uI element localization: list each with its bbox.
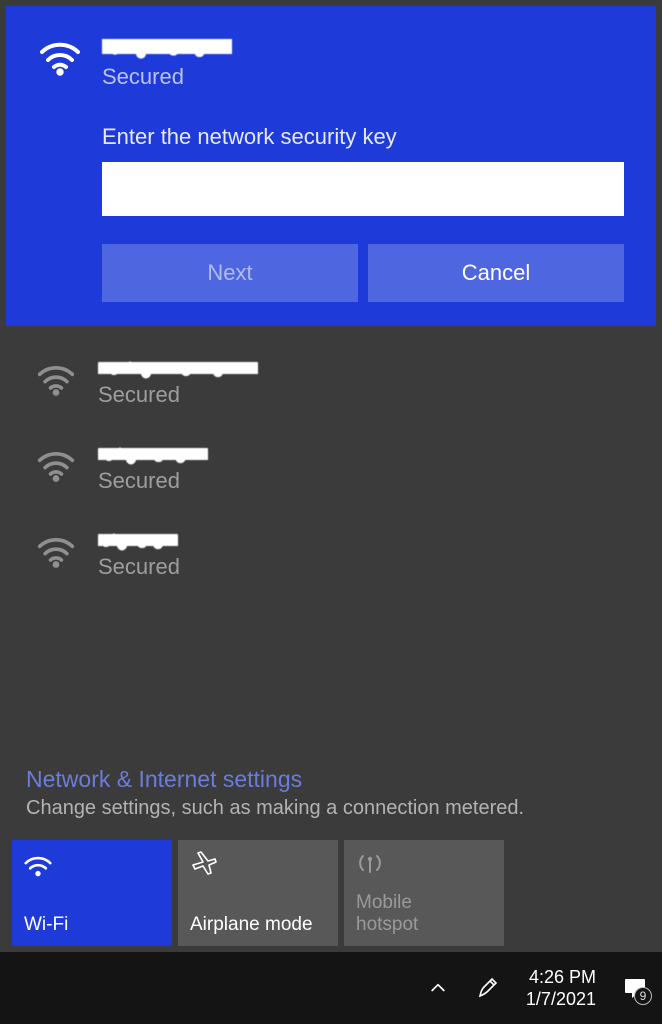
- ssid-redacted: [98, 530, 178, 552]
- wifi-tile[interactable]: Wi-Fi: [12, 840, 172, 946]
- action-center-button[interactable]: 9: [622, 975, 648, 1001]
- notification-count-badge: 9: [634, 987, 652, 1005]
- next-button[interactable]: Next: [102, 244, 358, 302]
- wifi-icon: [24, 850, 52, 878]
- network-item[interactable]: Secured: [30, 512, 632, 598]
- network-item-status: Secured: [98, 468, 208, 494]
- active-network-header: Secured: [38, 34, 624, 90]
- taskbar-date: 1/7/2021: [526, 988, 596, 1011]
- tray-overflow-button[interactable]: [426, 976, 450, 1000]
- chevron-up-icon: [428, 978, 448, 998]
- wifi-tile-label: Wi-Fi: [24, 914, 160, 936]
- network-item-status: Secured: [98, 382, 258, 408]
- taskbar: 4:26 PM 1/7/2021 9: [0, 952, 662, 1024]
- hotspot-tile-label: Mobile hotspot: [356, 892, 492, 936]
- network-flyout: Secured Enter the network security key N…: [0, 0, 662, 952]
- connect-buttons: Next Cancel: [102, 244, 624, 302]
- security-key-label: Enter the network security key: [102, 124, 624, 150]
- ssid-redacted: [98, 444, 208, 466]
- network-item-text: Secured: [98, 530, 180, 580]
- security-key-input[interactable]: [102, 162, 624, 216]
- taskbar-clock[interactable]: 4:26 PM 1/7/2021: [526, 966, 596, 1011]
- active-network-panel: Secured Enter the network security key N…: [6, 6, 656, 326]
- cancel-button[interactable]: Cancel: [368, 244, 624, 302]
- network-item[interactable]: Secured: [30, 426, 632, 512]
- network-settings-link[interactable]: Network & Internet settings: [26, 766, 302, 793]
- wifi-icon: [36, 444, 76, 484]
- airplane-mode-tile[interactable]: Airplane mode: [178, 840, 338, 946]
- wifi-icon: [36, 358, 76, 398]
- ssid-redacted: [98, 358, 258, 380]
- network-settings-subtitle: Change settings, such as making a connec…: [26, 797, 636, 820]
- wifi-icon: [38, 34, 82, 78]
- network-item-status: Secured: [98, 554, 180, 580]
- network-item-text: Secured: [98, 358, 258, 408]
- network-item-text: Secured: [98, 444, 208, 494]
- airplane-icon: [190, 850, 218, 878]
- taskbar-time: 4:26 PM: [526, 966, 596, 989]
- network-item[interactable]: Secured: [30, 340, 632, 426]
- airplane-tile-label: Airplane mode: [190, 914, 326, 936]
- active-network-status: Secured: [102, 64, 232, 90]
- settings-block: Network & Internet settings Change setti…: [6, 756, 656, 840]
- pen-tray-icon[interactable]: [476, 976, 500, 1000]
- pen-icon: [476, 976, 500, 1000]
- mobile-hotspot-tile[interactable]: Mobile hotspot: [344, 840, 504, 946]
- network-list: Secured Secured Secured: [6, 326, 656, 598]
- ssid-redacted: [102, 34, 232, 62]
- active-network-text: Secured: [102, 34, 232, 90]
- hotspot-icon: [356, 850, 384, 878]
- wifi-icon: [36, 530, 76, 570]
- security-key-prompt: Enter the network security key: [102, 124, 624, 216]
- quick-action-tiles: Wi-Fi Airplane mode Mobile hotspot: [6, 840, 656, 952]
